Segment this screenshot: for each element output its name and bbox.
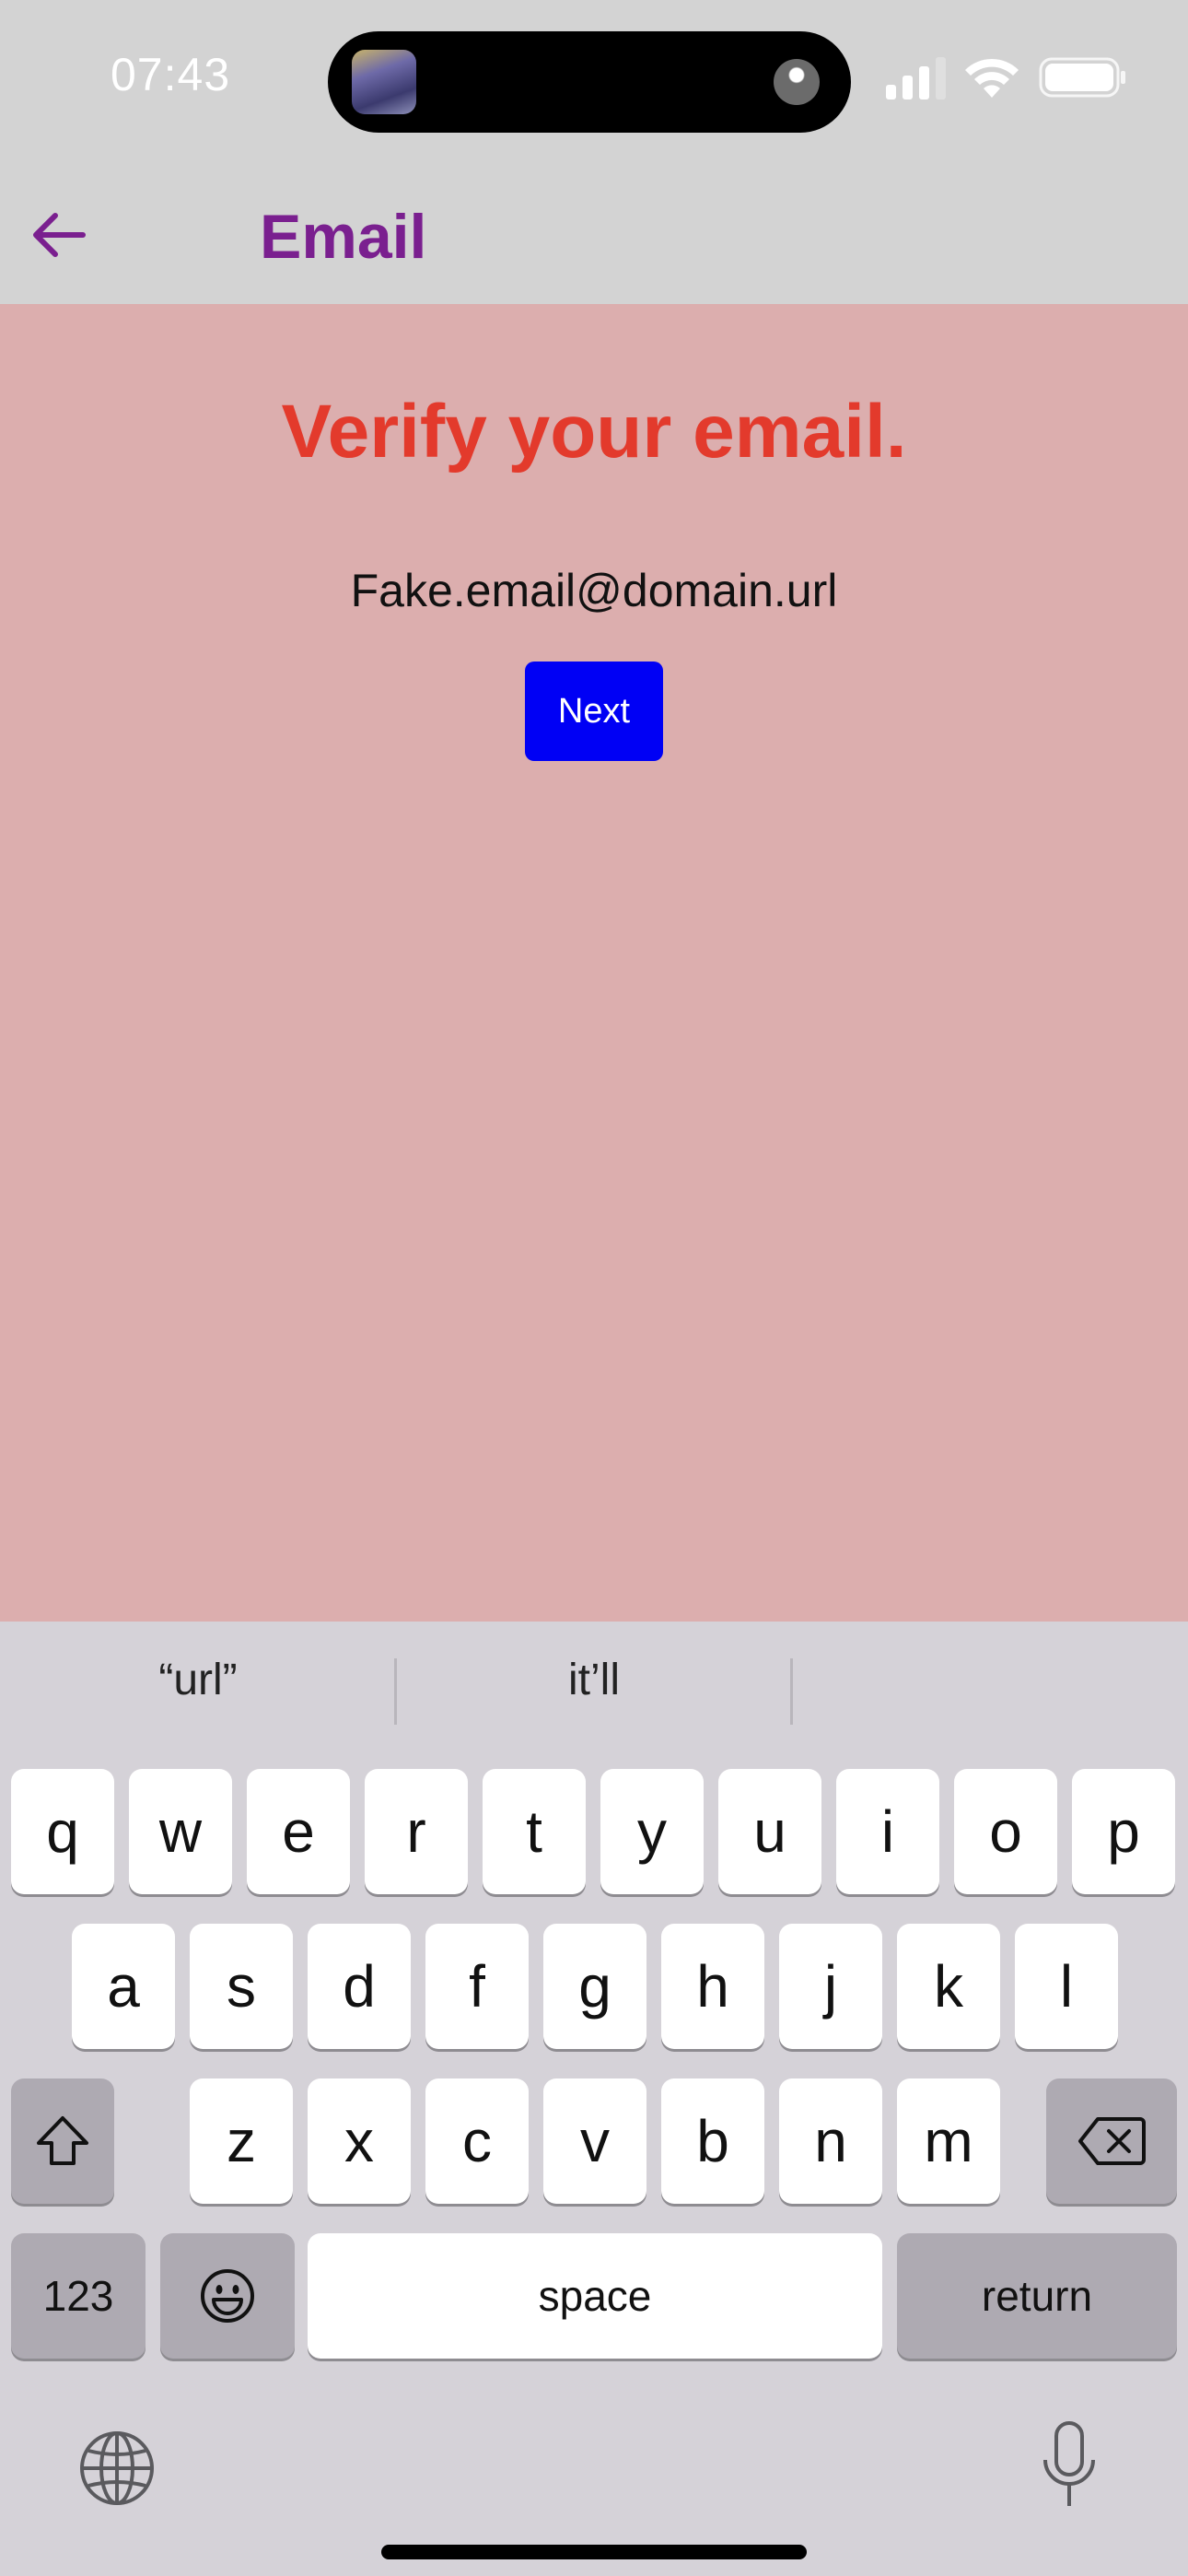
key-z[interactable]: z	[190, 2078, 293, 2204]
next-button[interactable]: Next	[525, 662, 663, 761]
key-b[interactable]: b	[661, 2078, 764, 2204]
camera-indicator-icon	[774, 59, 820, 105]
page-title: Email	[260, 202, 427, 272]
key-f[interactable]: f	[425, 1924, 529, 2049]
key-n[interactable]: n	[779, 2078, 882, 2204]
verify-email-panel: Verify your email. Fake.email@domain.url…	[0, 304, 1188, 1622]
key-e[interactable]: e	[247, 1769, 350, 1894]
status-time: 07:43	[111, 49, 231, 100]
emoji-key[interactable]	[160, 2233, 295, 2359]
key-t[interactable]: t	[483, 1769, 586, 1894]
key-a[interactable]: a	[72, 1924, 175, 2049]
on-screen-keyboard: “url” it’ll qwertyuiop asdfghjkl zxcvbnm…	[0, 1622, 1188, 2576]
suggestion-divider	[790, 1658, 793, 1725]
key-v[interactable]: v	[543, 2078, 646, 2204]
email-address: Fake.email@domain.url	[350, 565, 838, 616]
backspace-icon	[1078, 2117, 1146, 2165]
delete-key[interactable]	[1046, 2078, 1177, 2204]
predictive-bar: “url” it’ll	[0, 1622, 1188, 1760]
key-o[interactable]: o	[954, 1769, 1057, 1894]
wifi-icon	[965, 58, 1019, 98]
suggestion-2[interactable]: it’ll	[396, 1655, 792, 1705]
key-x[interactable]: x	[308, 2078, 411, 2204]
back-arrow-icon[interactable]	[28, 203, 92, 267]
key-i[interactable]: i	[836, 1769, 939, 1894]
home-indicator[interactable]	[381, 2545, 807, 2559]
key-m[interactable]: m	[897, 2078, 1000, 2204]
numbers-key[interactable]: 123	[11, 2233, 146, 2359]
return-key[interactable]: return	[897, 2233, 1177, 2359]
key-r[interactable]: r	[365, 1769, 468, 1894]
key-h[interactable]: h	[661, 1924, 764, 2049]
key-q[interactable]: q	[11, 1769, 114, 1894]
shift-icon	[37, 2116, 88, 2165]
now-playing-artwork[interactable]	[352, 50, 416, 114]
key-c[interactable]: c	[425, 2078, 529, 2204]
shift-key[interactable]	[11, 2078, 114, 2204]
key-l[interactable]: l	[1015, 1924, 1118, 2049]
dynamic-island[interactable]	[328, 31, 851, 133]
key-j[interactable]: j	[779, 1924, 882, 2049]
key-k[interactable]: k	[897, 1924, 1000, 2049]
status-bar: 07:43	[0, 0, 1188, 157]
battery-icon	[1039, 57, 1125, 98]
key-w[interactable]: w	[129, 1769, 232, 1894]
verify-heading: Verify your email.	[281, 390, 907, 474]
cellular-signal-icon	[886, 57, 946, 100]
key-d[interactable]: d	[308, 1924, 411, 2049]
navigation-bar: Email	[0, 157, 1188, 304]
globe-icon[interactable]	[77, 2429, 157, 2508]
key-p[interactable]: p	[1072, 1769, 1175, 1894]
microphone-icon[interactable]	[1039, 2419, 1100, 2512]
key-g[interactable]: g	[543, 1924, 646, 2049]
suggestion-1[interactable]: “url”	[0, 1655, 396, 1705]
key-y[interactable]: y	[600, 1769, 704, 1894]
key-u[interactable]: u	[718, 1769, 821, 1894]
space-key[interactable]: space	[308, 2233, 882, 2359]
emoji-icon	[201, 2269, 254, 2323]
key-s[interactable]: s	[190, 1924, 293, 2049]
